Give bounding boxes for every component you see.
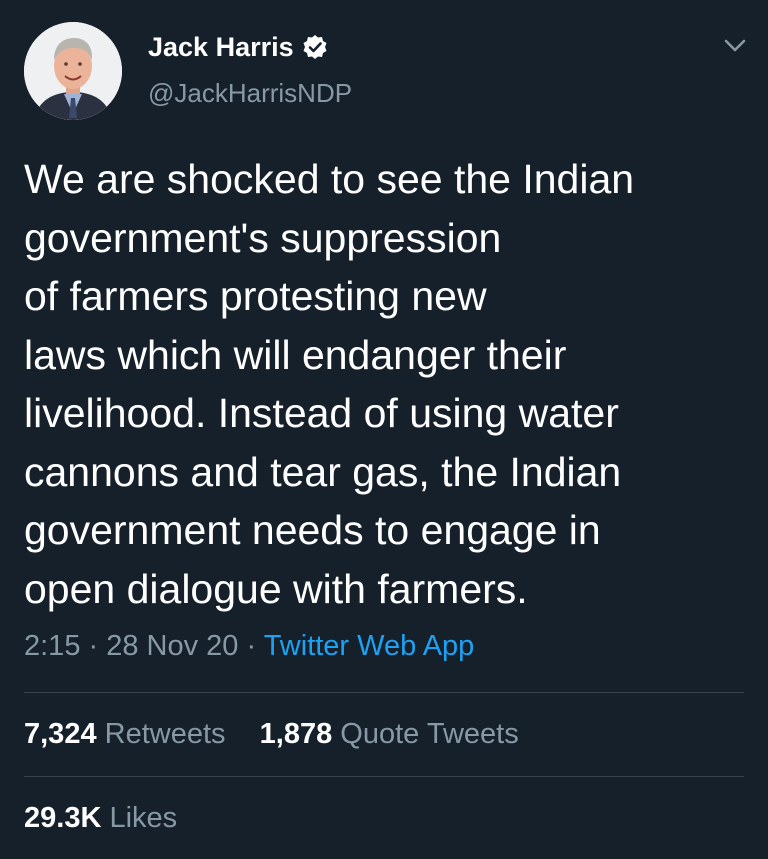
tweet-text: We are shocked to see the Indian governm… — [24, 156, 635, 612]
verified-badge-icon — [302, 34, 328, 60]
tweet-date[interactable]: 28 Nov 20 — [106, 630, 238, 662]
divider — [24, 776, 744, 777]
likes-stats-row: 29.3K Likes — [24, 802, 177, 835]
author-handle[interactable]: @JackHarrisNDP — [148, 78, 352, 109]
likes-count: 29.3K — [24, 802, 102, 834]
avatar-image — [24, 22, 122, 120]
tweet-card: Jack Harris @JackHarrisNDP We are shocke… — [0, 0, 768, 859]
divider — [24, 692, 744, 693]
retweets-count: 7,324 — [24, 718, 97, 750]
retweets-stat[interactable]: 7,324 Retweets — [24, 718, 226, 750]
quote-tweets-count: 1,878 — [259, 718, 333, 750]
tweet-meta: 2:15 · 28 Nov 20 · Twitter Web App — [24, 630, 474, 663]
meta-separator: · — [80, 630, 107, 662]
quote-tweets-label: Quote Tweets — [340, 718, 519, 750]
author-name-row[interactable]: Jack Harris — [148, 30, 328, 64]
retweets-label: Retweets — [104, 718, 226, 750]
meta-separator: · — [238, 630, 264, 662]
engagement-stats-row: 7,324 Retweets 1,878 Quote Tweets — [24, 718, 519, 751]
tweet-time[interactable]: 2:15 — [24, 630, 80, 662]
likes-label: Likes — [109, 802, 178, 834]
tweet-source-link[interactable]: Twitter Web App — [264, 630, 475, 662]
likes-stat[interactable]: 29.3K Likes — [24, 802, 177, 834]
display-name[interactable]: Jack Harris — [148, 32, 294, 63]
chevron-down-icon[interactable] — [722, 36, 748, 56]
avatar[interactable] — [24, 22, 122, 120]
quote-tweets-stat[interactable]: 1,878 Quote Tweets — [260, 718, 519, 750]
